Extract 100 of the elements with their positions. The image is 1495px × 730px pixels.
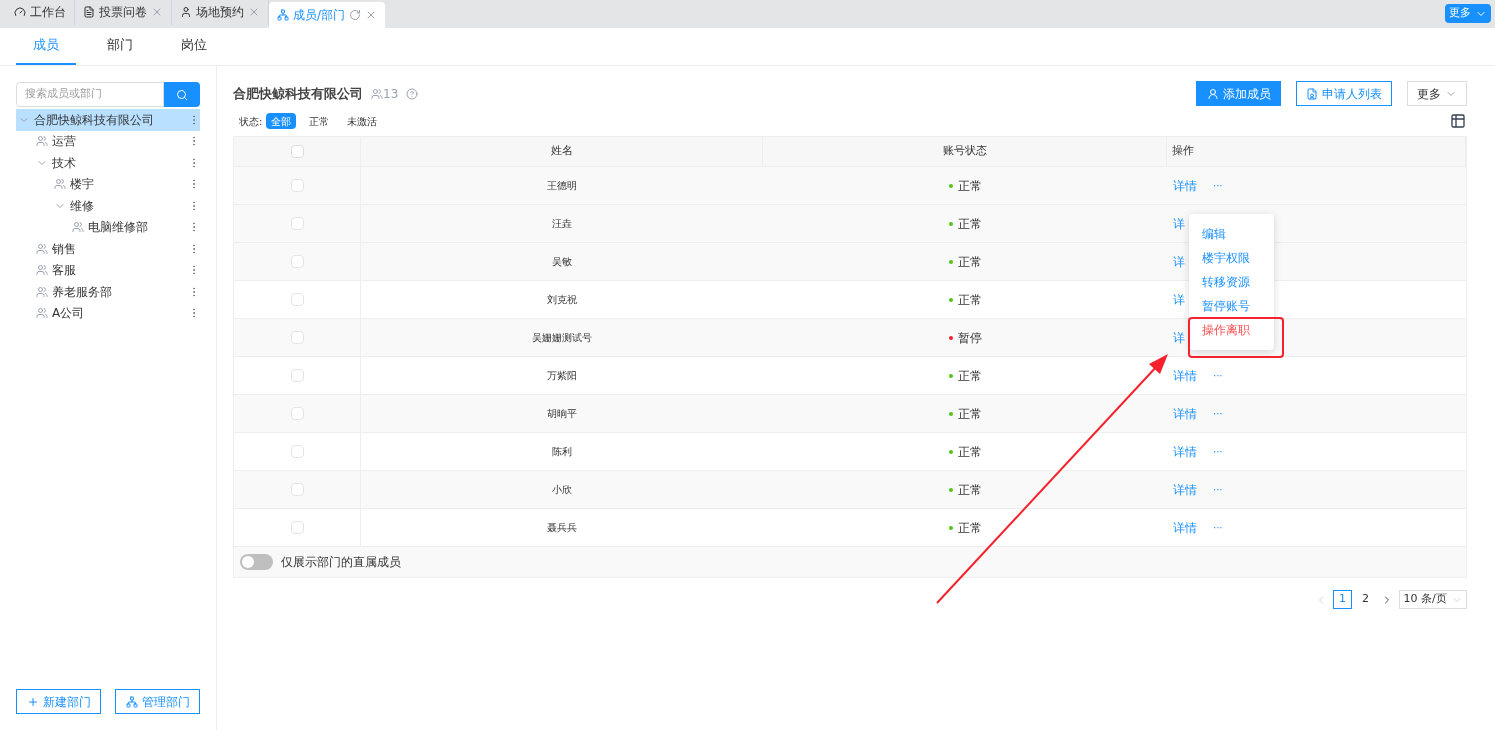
details-link[interactable]: 详情 [1173, 404, 1197, 423]
details-link[interactable]: 详 [1173, 214, 1185, 233]
status-text: 暂停 [957, 329, 982, 347]
checkbox[interactable] [290, 293, 304, 306]
sub-tab[interactable]: 岗位 [164, 27, 224, 65]
name-cell-text: 王德明 [547, 179, 577, 193]
tree-label: 维修 [70, 197, 95, 215]
status-text: 正常 [957, 519, 982, 537]
details-link[interactable]: 详情 [1173, 518, 1197, 537]
group-icon [36, 135, 48, 148]
more-button[interactable]: 更多 [1407, 81, 1467, 106]
checkbox[interactable] [290, 255, 304, 268]
page-button[interactable]: 1 [1333, 590, 1352, 609]
name-cell-text: 吴姗姗测试号 [532, 331, 592, 345]
search-button[interactable] [164, 82, 200, 107]
company-title: 合肥快鲸科技有限公司 [233, 84, 363, 103]
applicant-list-button[interactable]: 申请人列表 [1296, 81, 1392, 106]
details-link[interactable]: 详情 [1173, 366, 1197, 385]
name-cell-text: 聂兵兵 [547, 521, 577, 535]
close-icon[interactable] [248, 6, 260, 18]
sub-tab[interactable]: 成员 [16, 27, 76, 65]
checkbox[interactable] [290, 407, 304, 420]
more-link[interactable]: ··· [1213, 406, 1223, 421]
filter-option[interactable]: 未激活 [342, 113, 383, 129]
tree-item[interactable]: 楼宇 [16, 173, 200, 195]
sidebar-button[interactable]: 管理部门 [115, 689, 200, 714]
tree-label: 养老服务部 [52, 283, 113, 301]
tree-label: A公司 [52, 305, 86, 323]
name-cell-text: 刘克祝 [547, 293, 577, 307]
checkbox[interactable] [290, 521, 304, 534]
status-text: 正常 [957, 291, 982, 309]
tree-item[interactable]: 销售 [16, 238, 200, 260]
group-icon [36, 285, 48, 298]
menu-item[interactable]: 暂停账号 [1202, 296, 1250, 316]
tree-item[interactable]: 客服 [16, 259, 200, 281]
checkbox[interactable] [290, 445, 304, 458]
more-link[interactable]: ··· [1213, 482, 1223, 497]
columns-icon[interactable] [1450, 113, 1466, 129]
more-link[interactable]: ··· [1213, 444, 1223, 459]
menu-item[interactable]: 操作离职 [1202, 320, 1250, 340]
column-header: 操作 [1172, 143, 1194, 160]
tree-item[interactable]: A公司 [16, 302, 200, 324]
tree-item[interactable]: 合肥快鲸科技有限公司 [16, 109, 200, 131]
member-count: 13 [383, 85, 399, 103]
tree-item[interactable]: 运营 [16, 130, 200, 152]
checkbox[interactable] [290, 179, 304, 192]
tree-item[interactable]: 技术 [16, 152, 200, 174]
more-link[interactable]: ··· [1213, 520, 1223, 535]
tab[interactable]: 成员/部门 [269, 2, 386, 28]
checkbox[interactable] [290, 331, 304, 344]
checkbox[interactable] [290, 217, 304, 230]
add-member-button[interactable]: 添加成员 [1196, 81, 1281, 106]
tree-label: 运营 [52, 133, 77, 151]
close-icon[interactable] [151, 6, 163, 18]
status-text: 正常 [957, 215, 982, 233]
checkbox[interactable] [290, 483, 304, 496]
details-link[interactable]: 详 [1173, 252, 1185, 271]
details-link[interactable]: 详 [1173, 328, 1185, 347]
menu-item[interactable]: 楼宇权限 [1202, 248, 1250, 268]
details-link[interactable]: 详情 [1173, 480, 1197, 499]
more-button[interactable]: 更多 [1445, 4, 1491, 23]
group-icon [36, 264, 48, 277]
name-cell-text: 吴敏 [552, 255, 572, 269]
tab[interactable]: 投票问卷 [75, 0, 172, 25]
details-link[interactable]: 详 [1173, 290, 1185, 309]
sidebar-button[interactable]: 新建部门 [16, 689, 101, 714]
group-icon [36, 307, 48, 320]
more-link[interactable]: ··· [1213, 368, 1223, 383]
tree-label: 销售 [52, 240, 77, 258]
tab[interactable]: 工作台 [6, 0, 75, 25]
group-icon [72, 221, 84, 234]
details-link[interactable]: 详情 [1173, 176, 1197, 195]
page-size-select[interactable]: 10 条/页 [1399, 590, 1467, 609]
status-text: 正常 [957, 177, 982, 195]
tab-icon [83, 6, 95, 18]
tree-item[interactable]: 电脑维修部 [16, 216, 200, 238]
more-link[interactable]: ··· [1213, 178, 1223, 193]
plus-icon [26, 695, 39, 708]
filter-label: 状态: [239, 114, 263, 129]
document-user-icon [1306, 87, 1318, 100]
tree-label: 技术 [52, 154, 77, 172]
status-text: 正常 [957, 481, 982, 499]
checkbox[interactable] [290, 369, 304, 382]
menu-item[interactable]: 转移资源 [1202, 272, 1250, 292]
search-field[interactable]: 搜索成员或部门 [16, 82, 164, 107]
toggle-switch[interactable] [240, 554, 273, 570]
page-button[interactable]: 2 [1356, 590, 1375, 609]
tree-item[interactable]: 维修 [16, 195, 200, 217]
filter-option[interactable]: 正常 [304, 113, 335, 129]
filter-option[interactable]: 全部 [266, 113, 297, 129]
tab-icon [277, 9, 289, 21]
details-link[interactable]: 详情 [1173, 442, 1197, 461]
user-icon [1206, 87, 1219, 100]
help-icon[interactable] [406, 87, 419, 100]
tree-item[interactable]: 养老服务部 [16, 281, 200, 303]
status-text: 正常 [957, 405, 982, 423]
sub-tab[interactable]: 部门 [90, 27, 150, 65]
checkbox[interactable] [290, 145, 304, 158]
menu-item[interactable]: 编辑 [1202, 224, 1226, 244]
refresh-icon[interactable] [349, 9, 362, 21]
